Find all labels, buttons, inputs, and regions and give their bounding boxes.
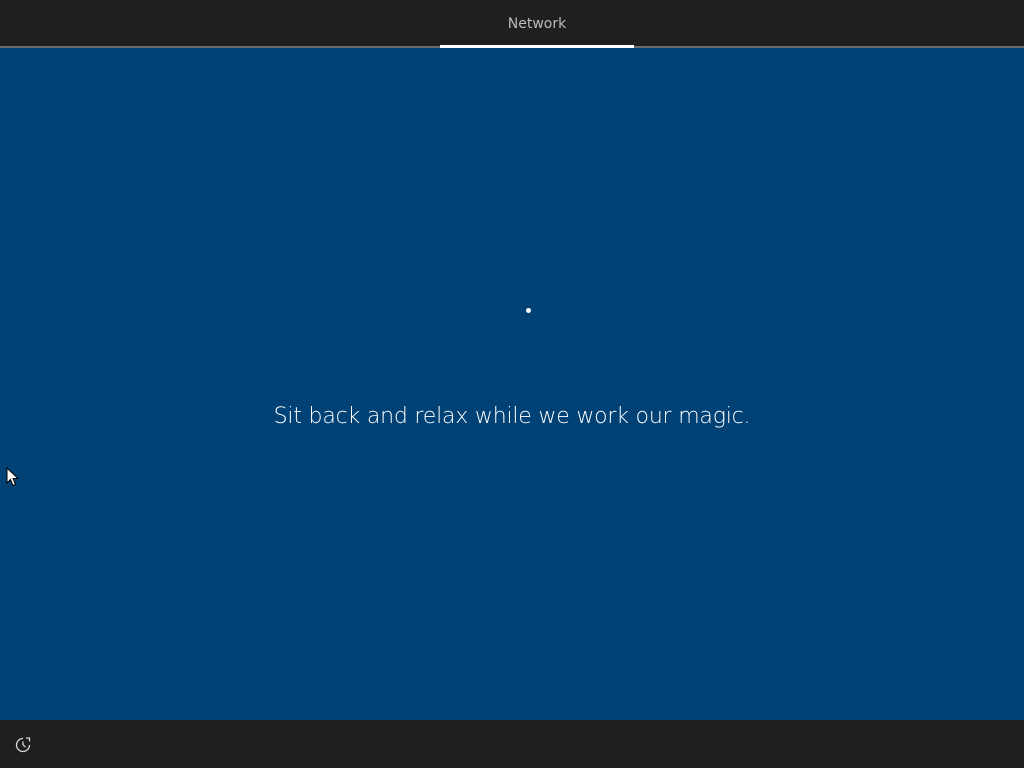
tab-network-label: Network bbox=[507, 16, 567, 32]
ease-of-access-icon bbox=[15, 737, 31, 753]
mouse-pointer-icon bbox=[6, 467, 20, 487]
ease-of-access-button[interactable] bbox=[12, 734, 34, 756]
status-message: Sit back and relax while we work our mag… bbox=[273, 404, 751, 429]
top-bar: Network bbox=[0, 0, 1024, 48]
progress-spinner-icon bbox=[526, 308, 531, 313]
bottom-bar bbox=[0, 720, 1024, 768]
tab-network: Network bbox=[440, 0, 634, 46]
main-content: Sit back and relax while we work our mag… bbox=[0, 48, 1024, 720]
